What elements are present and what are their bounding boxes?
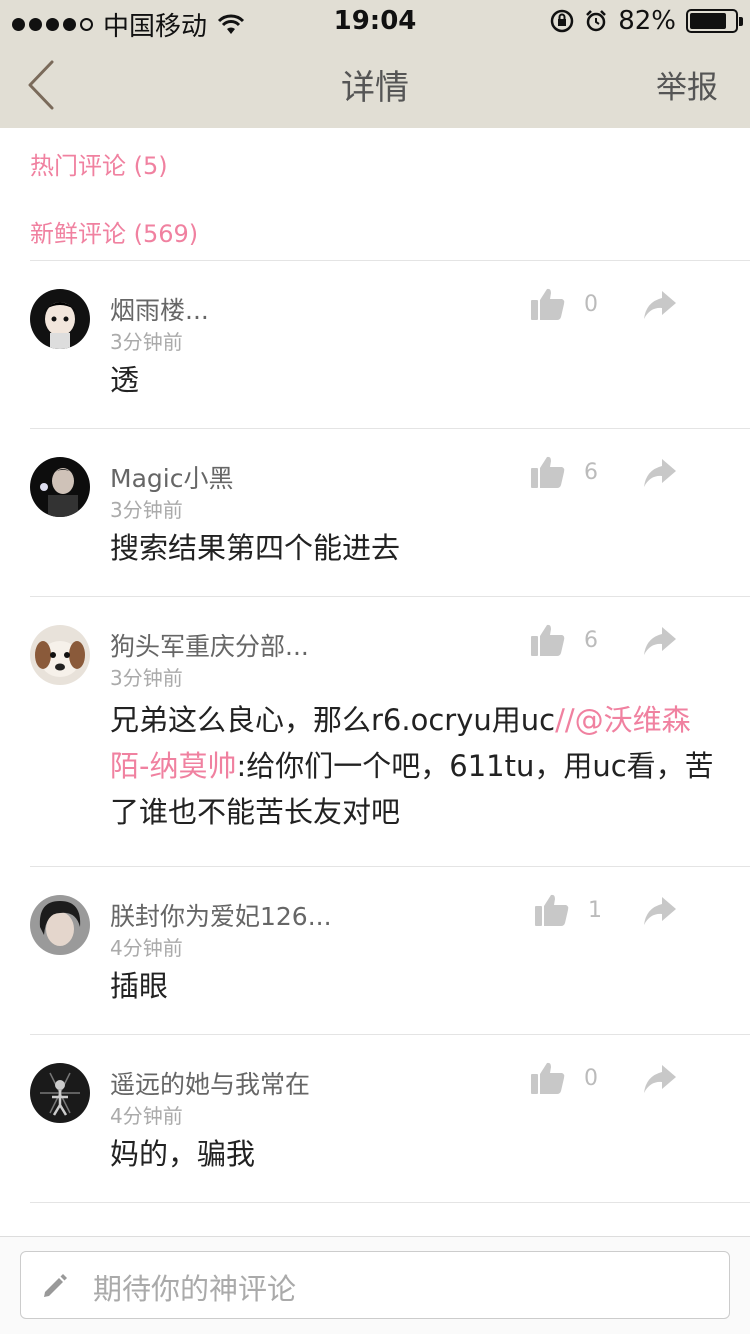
- alarm-icon: [586, 10, 607, 32]
- new-comments-header: 新鲜评论 (569): [30, 220, 199, 248]
- like-count: 6: [584, 628, 598, 653]
- comment-text: 透: [110, 363, 140, 397]
- page-title: 详情: [341, 68, 409, 108]
- comment-time: 3分钟前: [110, 666, 183, 690]
- comment-text: 兄弟这么良心，那么r6.ocryu用uc//@沃维森陌-纳莫帅:给你们一个吧，6…: [110, 697, 720, 835]
- comment-time: 3分钟前: [110, 330, 183, 354]
- pencil-icon: [44, 1274, 67, 1297]
- avatar[interactable]: [30, 289, 90, 349]
- comment-author[interactable]: 朕封你为爱妃126...: [110, 897, 332, 933]
- comment-item: 狗头军重庆分部... 3分钟前 兄弟这么良心，那么r6.ocryu用uc//@沃…: [0, 597, 750, 866]
- share-icon[interactable]: [642, 1063, 678, 1095]
- like-count: 0: [584, 292, 598, 317]
- comment-author[interactable]: 遥远的她与我常在: [110, 1065, 310, 1101]
- comment-item: Magic小黑 3分钟前 搜索结果第四个能进去 6: [0, 429, 750, 596]
- comment-author[interactable]: 狗头军重庆分部...: [110, 627, 309, 663]
- comment-time: 4分钟前: [110, 936, 183, 960]
- like-icon[interactable]: [534, 893, 570, 927]
- comment-item: 朕封你为爱妃126... 4分钟前 插眼 1: [0, 867, 750, 1034]
- share-icon[interactable]: [642, 289, 678, 321]
- avatar[interactable]: [30, 895, 90, 955]
- comment-input-placeholder: 期待你的神评论: [93, 1272, 297, 1306]
- share-icon[interactable]: [642, 895, 678, 927]
- status-right: 82%: [550, 6, 743, 36]
- comment-item: 烟雨楼... 3分钟前 透 0: [0, 261, 750, 428]
- battery-icon: [686, 9, 743, 33]
- comment-input-bar: 期待你的神评论: [0, 1236, 750, 1334]
- divider: [30, 1202, 750, 1203]
- nav-bar: 详情 举报: [0, 40, 750, 128]
- comment-time: 3分钟前: [110, 498, 183, 522]
- status-bar: 中国移动 19:04 82%: [0, 0, 750, 42]
- avatar[interactable]: [30, 625, 90, 685]
- like-icon[interactable]: [530, 623, 566, 657]
- avatar[interactable]: [30, 457, 90, 517]
- comment-text: 妈的，骗我: [110, 1137, 256, 1171]
- comment-time: 4分钟前: [110, 1104, 183, 1128]
- comment-input[interactable]: 期待你的神评论: [20, 1251, 730, 1319]
- comment-author[interactable]: 烟雨楼...: [110, 291, 209, 327]
- comment-author[interactable]: Magic小黑: [110, 459, 233, 495]
- rotation-lock-icon: [550, 9, 574, 33]
- share-icon[interactable]: [642, 457, 678, 489]
- share-icon[interactable]: [642, 625, 678, 657]
- top-bar: 中国移动 19:04 82% 详情 举报: [0, 0, 750, 128]
- report-button[interactable]: 举报: [656, 62, 718, 107]
- comment-text-before: 兄弟这么良心，那么r6.ocryu用uc: [110, 703, 556, 737]
- comment-text: 插眼: [110, 969, 169, 1003]
- battery-fill: [690, 13, 727, 29]
- like-icon[interactable]: [530, 287, 566, 321]
- comment-text: 搜索结果第四个能进去: [110, 531, 401, 565]
- like-count: 0: [584, 1066, 598, 1091]
- like-count: 1: [588, 898, 602, 923]
- like-icon[interactable]: [530, 1061, 566, 1095]
- like-icon[interactable]: [530, 455, 566, 489]
- like-count: 6: [584, 460, 598, 485]
- battery-percent: 82%: [618, 6, 676, 36]
- comment-item: 遥远的她与我常在 4分钟前 妈的，骗我 0: [0, 1035, 750, 1202]
- hot-comments-header[interactable]: 热门评论 (5): [30, 146, 168, 181]
- avatar[interactable]: [30, 1063, 90, 1123]
